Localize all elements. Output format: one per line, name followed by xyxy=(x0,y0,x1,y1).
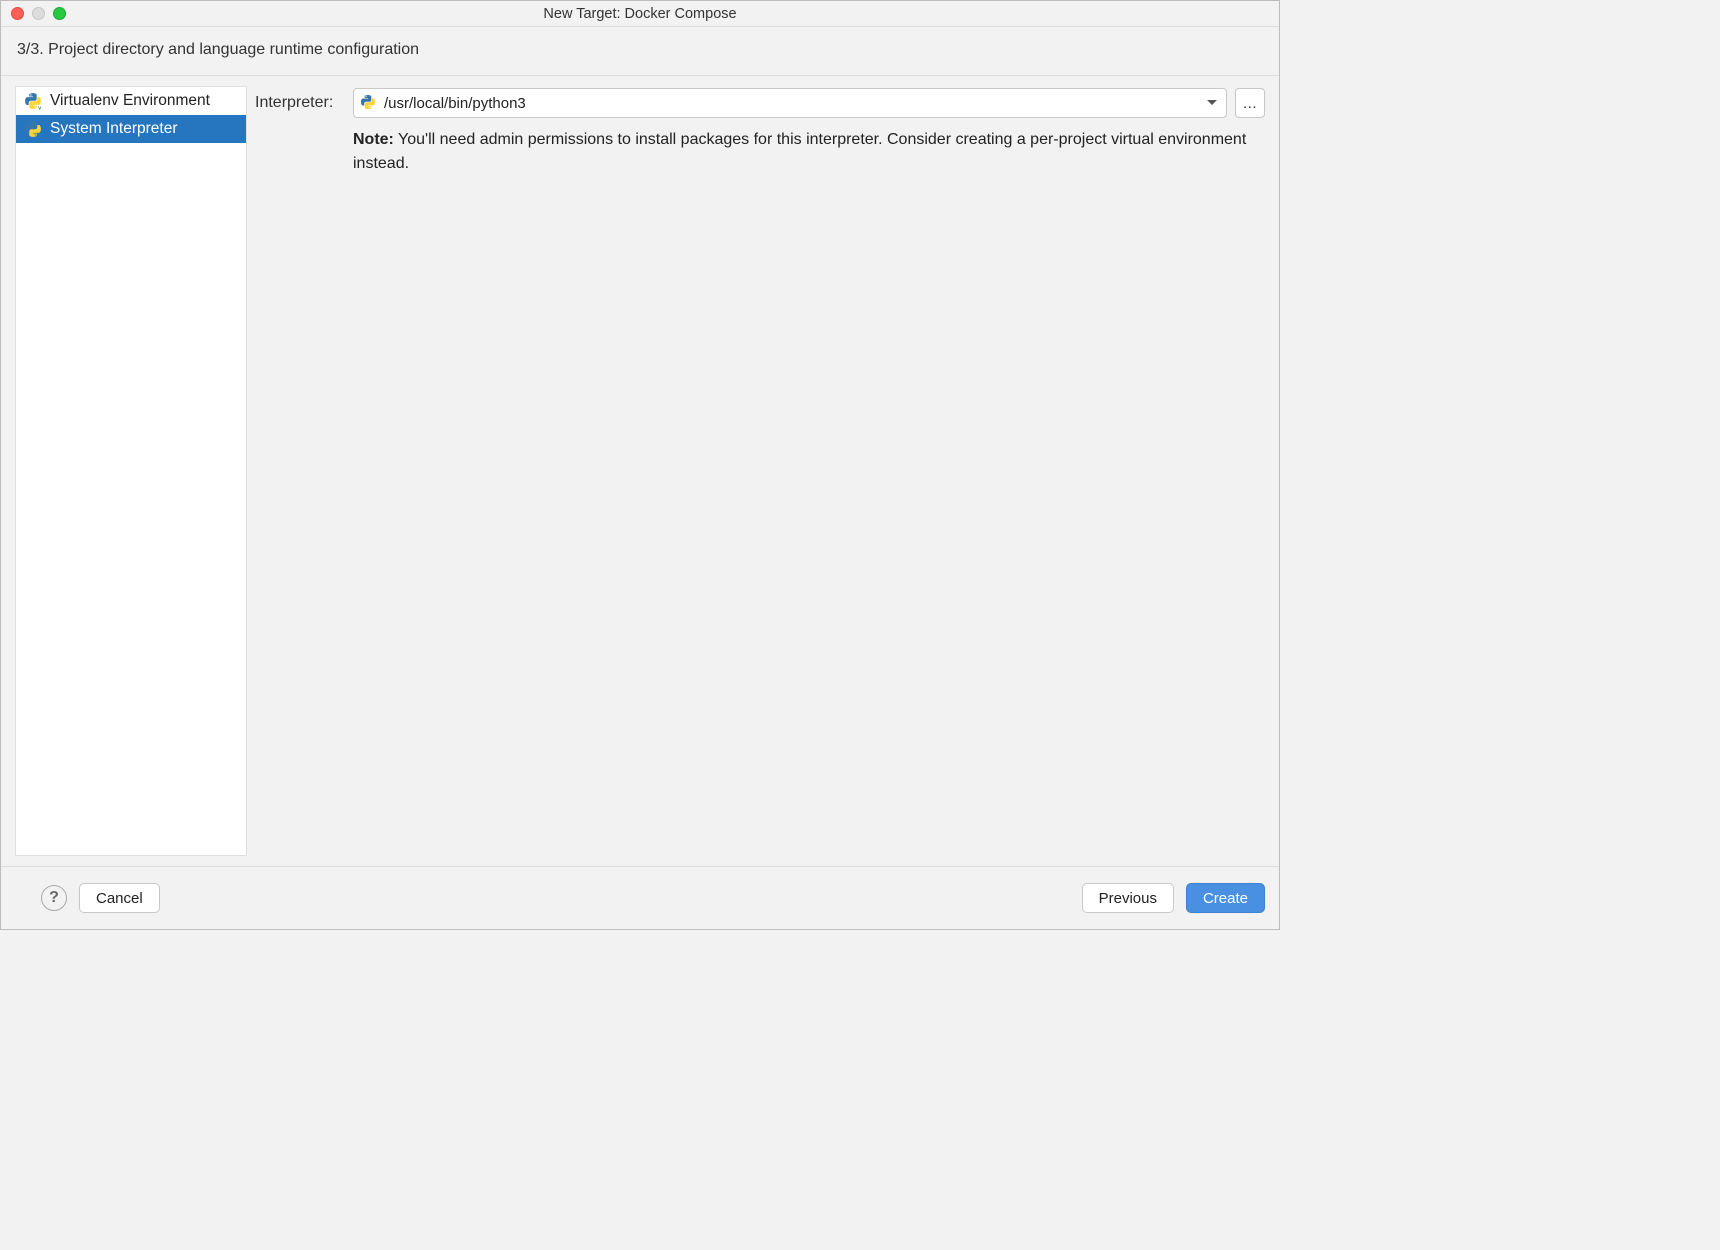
interpreter-label: Interpreter: xyxy=(255,94,345,112)
step-header: 3/3. Project directory and language runt… xyxy=(1,27,1279,76)
create-button[interactable]: Create xyxy=(1186,883,1265,913)
button-label: Cancel xyxy=(96,890,143,907)
dialog-window: New Target: Docker Compose 3/3. Project … xyxy=(0,0,1280,930)
ellipsis-icon: ... xyxy=(1243,95,1257,112)
minimize-window-button[interactable] xyxy=(32,7,45,20)
interpreter-value: /usr/local/bin/python3 xyxy=(384,95,1198,112)
help-icon: ? xyxy=(49,889,59,907)
window-controls xyxy=(11,7,66,20)
python-icon xyxy=(360,94,378,112)
svg-text:v: v xyxy=(38,105,42,110)
help-button[interactable]: ? xyxy=(41,885,67,911)
main-panel: Interpreter: /usr/local/bin/python3 ... xyxy=(255,86,1265,856)
zoom-window-button[interactable] xyxy=(53,7,66,20)
sidebar-item-virtualenv[interactable]: v Virtualenv Environment xyxy=(16,87,246,115)
sidebar-item-system-interpreter[interactable]: System Interpreter xyxy=(16,115,246,143)
chevron-down-icon xyxy=(1204,95,1220,111)
close-window-button[interactable] xyxy=(11,7,24,20)
button-label: Previous xyxy=(1099,890,1157,907)
sidebar-item-label: System Interpreter xyxy=(50,120,178,138)
interpreter-row: Interpreter: /usr/local/bin/python3 ... xyxy=(255,88,1265,118)
note-bold: Note: xyxy=(353,131,394,148)
dialog-footer: ? Cancel Previous Create xyxy=(1,866,1279,929)
browse-button[interactable]: ... xyxy=(1235,88,1265,118)
cancel-button[interactable]: Cancel xyxy=(79,883,160,913)
content-area: v Virtualenv Environment System Interpre… xyxy=(1,76,1279,866)
window-title: New Target: Docker Compose xyxy=(543,6,736,22)
previous-button[interactable]: Previous xyxy=(1082,883,1174,913)
interpreter-combobox[interactable]: /usr/local/bin/python3 xyxy=(353,88,1227,118)
button-label: Create xyxy=(1203,890,1248,907)
permissions-note: Note: You'll need admin permissions to i… xyxy=(255,128,1265,176)
sidebar-item-label: Virtualenv Environment xyxy=(50,92,210,110)
note-text: You'll need admin permissions to install… xyxy=(353,131,1246,172)
python-icon: v xyxy=(24,92,42,110)
python-icon xyxy=(24,120,42,138)
interpreter-type-list: v Virtualenv Environment System Interpre… xyxy=(15,86,247,856)
titlebar: New Target: Docker Compose xyxy=(1,1,1279,27)
